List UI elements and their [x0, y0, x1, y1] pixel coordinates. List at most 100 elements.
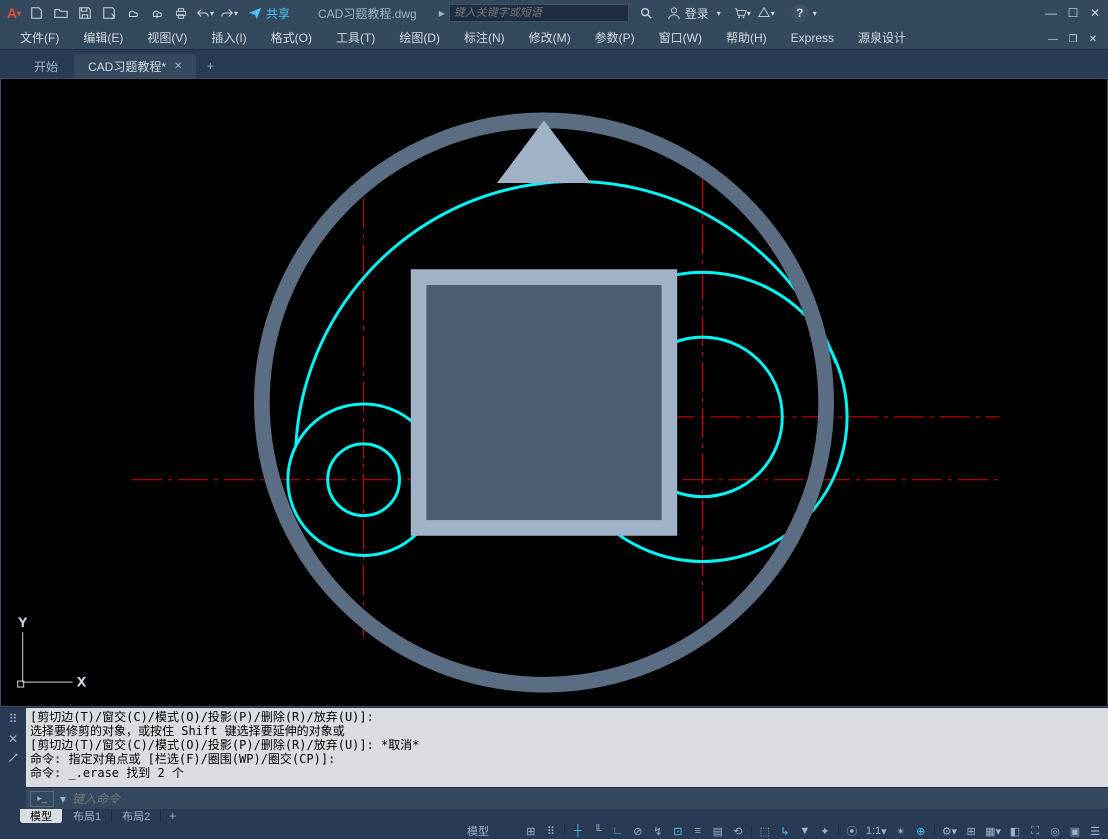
layout-tab-2[interactable]: 布局2 — [112, 809, 161, 823]
undo-icon[interactable]: ▾ — [194, 2, 216, 24]
cmd-settings-icon[interactable] — [7, 752, 19, 767]
menu-draw[interactable]: 绘图(D) — [387, 26, 452, 50]
document-title: CAD习题教程.dwg — [318, 5, 417, 22]
chevron-down-icon: ▾ — [717, 9, 721, 18]
layout-tabbar: 模型 布局1 布局2 + — [0, 809, 1108, 823]
sb-transparency-icon[interactable]: ▤ — [709, 824, 727, 838]
cmd-line: 命令: 指定对角点或 [栏选(F)/圈围(WP)/圈交(CP)]: — [30, 752, 1104, 766]
sb-cycling-icon[interactable]: ⟲ — [729, 824, 747, 838]
tab-active-document[interactable]: CAD习题教程*✕ — [74, 54, 196, 78]
cloud-save-icon[interactable] — [146, 2, 168, 24]
menu-param[interactable]: 参数(P) — [583, 26, 647, 50]
menu-tools[interactable]: 工具(T) — [324, 26, 387, 50]
sb-gizmo-icon[interactable]: ✦ — [816, 824, 834, 838]
sb-filter-icon[interactable]: ▼ — [796, 824, 814, 838]
sb-grid-icon[interactable]: ⊞ — [522, 824, 540, 838]
sb-annomon-icon[interactable]: ⊞ — [962, 824, 980, 838]
sb-scale[interactable]: 1:1▾ — [863, 824, 890, 838]
cmd-line: [剪切边(T)/窗交(C)/模式(O)/投影(P)/删除(R)/放弃(U)]: … — [30, 738, 1104, 752]
child-minimize-button[interactable]: — — [1044, 30, 1062, 48]
new-icon[interactable] — [26, 2, 48, 24]
search-icon[interactable] — [635, 2, 657, 24]
cmd-line: [剪切边(T)/窗交(C)/模式(O)/投影(P)/删除(R)/放弃(U)]: — [30, 710, 1104, 724]
save-icon[interactable] — [74, 2, 96, 24]
sb-annovis-icon[interactable]: ✴ — [892, 824, 910, 838]
drawing-canvas[interactable]: X Y — [0, 78, 1108, 707]
menu-help[interactable]: 帮助(H) — [714, 26, 779, 50]
sb-workspace-icon[interactable]: ⚙▾ — [939, 824, 960, 838]
cloud-open-icon[interactable] — [122, 2, 144, 24]
share-button[interactable]: 共享 — [242, 2, 296, 24]
sb-osnap-icon[interactable]: ⊡ — [669, 824, 687, 838]
sb-dynamic-icon[interactable]: ╙ — [589, 824, 607, 838]
cmd-dropdown-icon[interactable]: ▾ — [60, 792, 66, 806]
tab-start[interactable]: 开始 — [20, 54, 72, 78]
viewcube[interactable] — [0, 89, 1097, 716]
sb-isolate-icon[interactable]: ◎ — [1046, 824, 1064, 838]
close-button[interactable]: ✕ — [1086, 4, 1104, 22]
redo-icon[interactable]: ▾ — [218, 2, 240, 24]
layout-tab-1[interactable]: 布局1 — [63, 809, 112, 823]
app-icon[interactable]: A▾ — [4, 3, 24, 23]
sb-hardware-icon[interactable]: ▣ — [1066, 824, 1084, 838]
print-icon[interactable] — [170, 2, 192, 24]
sb-cleanscreen-icon[interactable]: ☰ — [1086, 824, 1104, 838]
help-icon[interactable]: ? — [791, 4, 809, 22]
command-panel: ⠿ ✕ [剪切边(T)/窗交(C)/模式(O)/投影(P)/删除(R)/放弃(U… — [0, 707, 1108, 809]
sb-polar-icon[interactable]: ⊘ — [629, 824, 647, 838]
sb-annoscale-icon[interactable]: ⦿ — [843, 824, 861, 838]
child-restore-button[interactable]: ❐ — [1064, 30, 1082, 48]
menubar: 文件(F) 编辑(E) 视图(V) 插入(I) 格式(O) 工具(T) 绘图(D… — [0, 26, 1108, 50]
command-prompt-icon[interactable]: ▸_ — [30, 791, 54, 807]
sb-lockui-icon[interactable]: ⛶ — [1026, 824, 1044, 838]
login-label: 登录 — [685, 5, 709, 22]
document-tabbar: 开始 CAD习题教程*✕ + — [0, 50, 1108, 78]
sb-snap-icon[interactable]: ⠿ — [542, 824, 560, 838]
sb-infer-icon[interactable]: ┼ — [569, 824, 587, 838]
menu-view[interactable]: 视图(V) — [135, 26, 199, 50]
saveas-icon[interactable] — [98, 2, 120, 24]
menu-express[interactable]: Express — [779, 26, 846, 50]
search-input[interactable] — [454, 7, 624, 19]
autodesk-icon[interactable]: ▾ — [755, 2, 777, 24]
search-box[interactable] — [449, 4, 629, 22]
sb-model[interactable]: 模型 — [464, 824, 492, 838]
maximize-button[interactable]: ☐ — [1064, 4, 1082, 22]
sb-lineweight-icon[interactable]: ≡ — [689, 824, 707, 838]
tab-close-icon[interactable]: ✕ — [174, 61, 182, 72]
menu-insert[interactable]: 插入(I) — [199, 26, 258, 50]
sb-iso-icon[interactable]: ↯ — [649, 824, 667, 838]
sb-units-icon[interactable]: ▦▾ — [982, 824, 1004, 838]
sb-dynucs-icon[interactable]: ↳ — [776, 824, 794, 838]
command-input[interactable] — [72, 792, 1104, 806]
child-close-button[interactable]: ✕ — [1084, 30, 1102, 48]
login-button[interactable]: 登录 ▾ — [667, 5, 721, 22]
menu-dimension[interactable]: 标注(N) — [452, 26, 517, 50]
sb-ortho-icon[interactable]: ∟ — [609, 824, 627, 838]
open-icon[interactable] — [50, 2, 72, 24]
statusbar: 模型 ⊞ ⠿ ┼ ╙ ∟ ⊘ ↯ ⊡ ≡ ▤ ⟲ ⬚ ↳ ▼ ✦ ⦿ 1:1▾ … — [0, 823, 1108, 839]
command-history[interactable]: [剪切边(T)/窗交(C)/模式(O)/投影(P)/删除(R)/放弃(U)]: … — [26, 708, 1108, 787]
minimize-button[interactable]: — — [1042, 4, 1060, 22]
cmd-close-icon[interactable]: ✕ — [8, 732, 18, 746]
tab-new-button[interactable]: + — [198, 54, 222, 78]
cart-icon[interactable]: ▾ — [731, 2, 753, 24]
command-input-row: ▸_ ▾ — [26, 787, 1108, 809]
menu-yuanquan[interactable]: 源泉设计 — [846, 26, 918, 50]
sb-quickprop-icon[interactable]: ◧ — [1006, 824, 1024, 838]
cmd-drag-handle-icon[interactable]: ⠿ — [9, 712, 18, 726]
layout-tab-model[interactable]: 模型 — [20, 809, 63, 823]
sb-3dosnap-icon[interactable]: ⬚ — [756, 824, 774, 838]
help-dropdown-icon[interactable]: ▾ — [813, 9, 817, 18]
search-arrow-icon: ▸ — [439, 6, 445, 20]
menu-modify[interactable]: 修改(M) — [517, 26, 583, 50]
layout-tab-add[interactable]: + — [161, 809, 184, 823]
cmd-line: 命令: _.erase 找到 2 个 — [30, 766, 1104, 780]
menu-file[interactable]: 文件(F) — [8, 26, 71, 50]
menu-window[interactable]: 窗口(W) — [647, 26, 714, 50]
menu-edit[interactable]: 编辑(E) — [71, 26, 135, 50]
share-label: 共享 — [266, 5, 290, 22]
menu-format[interactable]: 格式(O) — [259, 26, 324, 50]
sb-autoadd-icon[interactable]: ⊕ — [912, 824, 930, 838]
cmd-line: 选择要修剪的对象，或按住 Shift 键选择要延伸的对象或 — [30, 724, 1104, 738]
